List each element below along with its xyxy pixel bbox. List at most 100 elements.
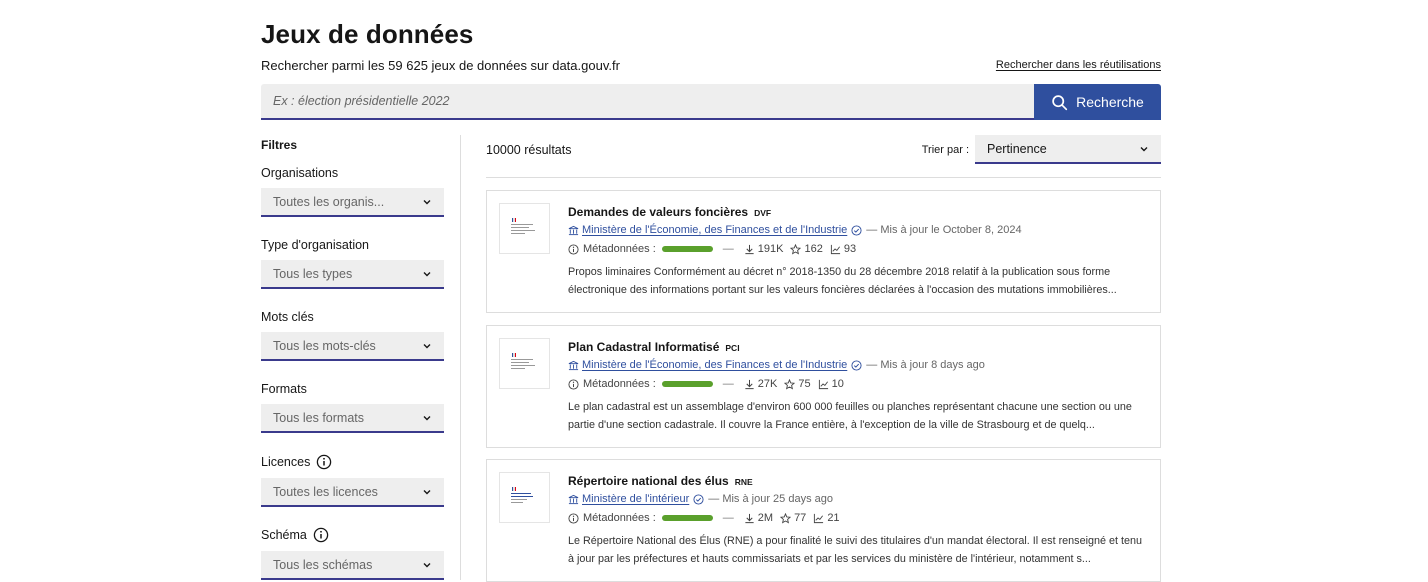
sort-label: Trier par :: [921, 144, 969, 156]
formats-select[interactable]: Tous les formats: [261, 404, 444, 433]
search-input[interactable]: [261, 84, 1034, 120]
filters-title: Filtres: [261, 138, 298, 152]
metadata-label: Métadonnées :: [583, 512, 656, 524]
search-reuses-link[interactable]: Rechercher dans les réutilisations: [996, 59, 1161, 71]
star-icon: [784, 378, 796, 390]
chevron-down-icon: [423, 562, 431, 567]
metadata-line: Métadonnées : — 27K 75 10: [568, 378, 1148, 390]
select-value: Tous les mots-clés: [273, 338, 376, 353]
download-icon: [745, 244, 754, 254]
filter-label: Schéma: [261, 527, 444, 543]
search-button-label: Recherche: [1076, 94, 1144, 110]
sort-select[interactable]: Pertinence: [975, 135, 1161, 164]
building-icon: [568, 494, 579, 504]
dataset-acronym: DVF: [754, 208, 772, 218]
organization-link[interactable]: Ministère de l'Économie, des Finances et…: [568, 224, 847, 236]
select-value: Tous les types: [273, 266, 353, 281]
info-icon[interactable]: [316, 454, 332, 470]
stars-count: 162: [804, 243, 823, 255]
filter-label: Mots clés: [261, 310, 314, 324]
separator: —: [722, 512, 734, 524]
chevron-down-icon: [1140, 146, 1148, 151]
chevron-down-icon: [423, 415, 431, 420]
metadata-line: Métadonnées : — 2M 77 21: [568, 512, 1148, 524]
downloads-stat: 191K: [744, 243, 784, 255]
search-icon: [1052, 94, 1068, 110]
reuses-count: 93: [843, 243, 857, 255]
dataset-acronym: RNE: [734, 477, 753, 487]
metadata-label: Métadonnées :: [583, 243, 656, 255]
filter-organisation-type: Type d'organisation Tous les types: [261, 238, 444, 289]
organization-logo: [499, 472, 550, 523]
filters-sidebar: Filtres Organisations Toutes les organis…: [261, 135, 461, 580]
datasets-page: Jeux de données Rechercher parmi les 59 …: [261, 0, 1161, 582]
search-button[interactable]: Recherche: [1034, 84, 1161, 120]
metadata-quality-bar: [661, 381, 713, 387]
chevron-down-icon: [423, 199, 431, 204]
organization-line: Ministère de l'Économie, des Finances et…: [568, 359, 1148, 371]
organization-name: Ministère de l'intérieur: [582, 493, 690, 505]
reuses-stat: 93: [830, 243, 856, 255]
filter-label-text: Licences: [261, 455, 311, 469]
keywords-select[interactable]: Tous les mots-clés: [261, 332, 444, 361]
stars-stat: 77: [780, 512, 806, 524]
organisation-type-select[interactable]: Tous les types: [261, 260, 444, 289]
stars-count: 77: [794, 512, 807, 524]
updated-date: — Mis à jour 8 days ago: [866, 359, 985, 371]
downloads-count: 2M: [757, 512, 774, 524]
star-icon: [790, 243, 802, 255]
divider: [486, 177, 1161, 178]
organization-link[interactable]: Ministère de l'intérieur: [568, 493, 689, 505]
chart-icon: [818, 379, 828, 389]
organization-name: Ministère de l'Économie, des Finances et…: [582, 224, 848, 236]
reuses-count: 21: [827, 512, 840, 524]
dataset-title[interactable]: Plan Cadastral Informatisé PCI: [568, 340, 1148, 354]
organisations-select[interactable]: Toutes les organis...: [261, 188, 444, 217]
dataset-card[interactable]: Répertoire national des élus RNE Ministè…: [486, 459, 1161, 582]
reuses-stat: 10: [818, 378, 844, 390]
info-icon[interactable]: [313, 527, 329, 543]
verified-check-icon: [851, 359, 862, 371]
downloads-stat: 2M: [744, 512, 773, 524]
search-bar: Recherche: [261, 84, 1161, 120]
building-icon: [568, 225, 579, 235]
dataset-card[interactable]: Plan Cadastral Informatisé PCI Ministère…: [486, 325, 1161, 448]
filter-licences: Licences Toutes les licences: [261, 454, 444, 507]
filter-label: Organisations: [261, 166, 339, 180]
updated-date: — Mis à jour le October 8, 2024: [866, 224, 1022, 236]
dataset-description: Le Répertoire National des Élus (RNE) a …: [568, 535, 1143, 565]
info-icon: [568, 243, 579, 255]
filter-formats: Formats Tous les formats: [261, 382, 444, 433]
dataset-title-text: Demandes de valeurs foncières: [568, 205, 749, 219]
page-title: Jeux de données: [261, 19, 474, 49]
dataset-acronym: PCI: [725, 343, 740, 353]
dataset-title[interactable]: Demandes de valeurs foncières DVF: [568, 205, 1148, 219]
chart-icon: [814, 513, 824, 523]
results-count: 10000 résultats: [486, 143, 572, 157]
downloads-count: 191K: [757, 243, 784, 255]
organization-line: Ministère de l'Économie, des Finances et…: [568, 224, 1148, 236]
filter-label-text: Schéma: [261, 528, 307, 542]
select-value: Toutes les licences: [273, 484, 378, 499]
licences-select[interactable]: Toutes les licences: [261, 478, 444, 507]
sort-value: Pertinence: [987, 141, 1047, 156]
select-value: Tous les formats: [273, 410, 365, 425]
dataset-description: Le plan cadastral est un assemblage d'en…: [568, 401, 1132, 431]
metadata-quality-bar: [661, 515, 713, 521]
organization-link[interactable]: Ministère de l'Économie, des Finances et…: [568, 359, 847, 371]
separator: —: [722, 243, 734, 255]
stars-stat: 75: [784, 378, 811, 390]
filter-keywords: Mots clés Tous les mots-clés: [261, 310, 444, 361]
dataset-card[interactable]: Demandes de valeurs foncières DVF Minist…: [486, 190, 1161, 313]
schema-select[interactable]: Tous les schémas: [261, 551, 444, 580]
chevron-down-icon: [423, 489, 431, 494]
info-icon: [568, 378, 579, 390]
results-panel: 10000 résultats Trier par : Pertinence D…: [486, 135, 1161, 582]
downloads-count: 27K: [757, 378, 778, 390]
info-icon: [568, 512, 579, 524]
dataset-title[interactable]: Répertoire national des élus RNE: [568, 474, 1148, 488]
downloads-stat: 27K: [744, 378, 778, 390]
verified-check-icon: [851, 224, 862, 236]
chevron-down-icon: [423, 271, 431, 276]
stars-count: 75: [798, 378, 811, 390]
